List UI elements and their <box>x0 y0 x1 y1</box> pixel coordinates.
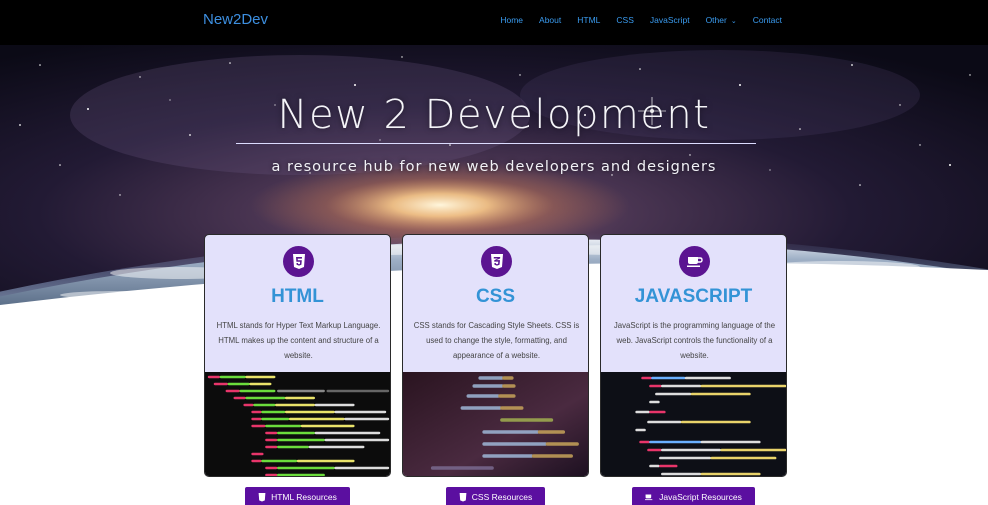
nav-link-home[interactable]: Home <box>500 15 523 25</box>
javascript-resources-button[interactable]: JavaScript Resources <box>632 487 755 505</box>
html5-icon <box>283 246 314 277</box>
html5-icon-glyph <box>292 253 305 269</box>
nav-link-javascript[interactable]: JavaScript <box>650 15 690 25</box>
nav-links: Home About HTML CSS JavaScript Other ⌄ Co… <box>500 15 782 25</box>
card-html: HTML HTML stands for Hyper Text Markup L… <box>204 234 391 477</box>
nav-link-contact[interactable]: Contact <box>753 15 782 25</box>
nav-link-about[interactable]: About <box>539 15 561 25</box>
coffee-cup-icon <box>679 246 710 277</box>
navbar: New2Dev Home About HTML CSS JavaScript O… <box>0 0 988 45</box>
css-resources-button[interactable]: CSS Resources <box>446 487 545 505</box>
hero-title: New 2 Development <box>277 92 711 138</box>
javascript-resources-label: JavaScript Resources <box>659 492 742 502</box>
css3-icon-glyph <box>490 253 503 269</box>
css3-icon <box>481 246 512 277</box>
card-title-javascript: JAVASCRIPT <box>634 286 753 307</box>
html-code-screenshot <box>205 372 390 476</box>
html-resources-label: HTML Resources <box>271 492 337 502</box>
css-code-screenshot <box>403 372 588 476</box>
html5-icon <box>258 492 266 501</box>
card-title-css: CSS <box>475 286 516 307</box>
nav-dropdown-other-label: Other <box>705 15 727 25</box>
card-title-html: HTML <box>271 286 324 307</box>
nav-dropdown-other[interactable]: Other ⌄ <box>706 15 737 25</box>
coffee-cup-icon <box>645 494 653 501</box>
javascript-code-screenshot <box>601 372 786 476</box>
hero-divider <box>236 143 756 144</box>
card-text-html: HTML stands for Hyper Text Markup Langua… <box>216 321 381 360</box>
nav-link-css[interactable]: CSS <box>616 15 633 25</box>
card-javascript: JAVASCRIPT JavaScript is the programming… <box>600 234 787 477</box>
card-css: CSS CSS stands for Cascading Style Sheet… <box>402 234 589 477</box>
brand-logo[interactable]: New2Dev <box>203 11 268 28</box>
hero-subtitle: a resource hub for new web developers an… <box>271 159 717 175</box>
html-resources-button[interactable]: HTML Resources <box>245 487 350 505</box>
card-text-javascript: JavaScript is the programming language o… <box>613 321 776 360</box>
coffee-cup-icon-glyph <box>686 257 703 267</box>
chevron-down-icon: ⌄ <box>730 18 737 25</box>
css-resources-label: CSS Resources <box>471 492 533 502</box>
card-text-css: CSS stands for Cascading Style Sheets. C… <box>413 321 580 360</box>
nav-link-html[interactable]: HTML <box>577 15 600 25</box>
css3-icon <box>459 492 467 501</box>
